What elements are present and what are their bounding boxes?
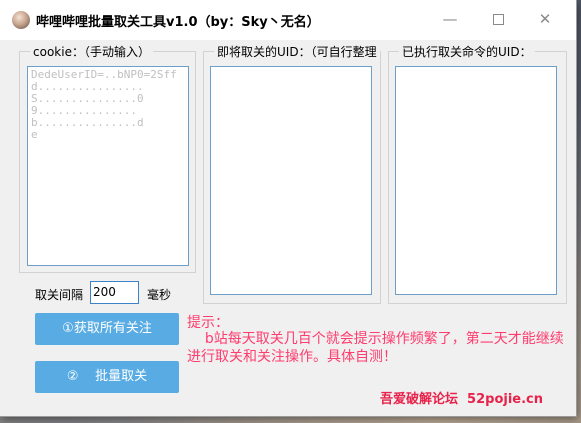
cookie-input[interactable]: DedeUserID=..bNP0=2Sff d................… — [27, 66, 189, 266]
pending-uid-list[interactable] — [210, 66, 372, 295]
tip-title: 提示： — [187, 315, 229, 331]
title-bar[interactable]: 哔哩哔哩批量取关工具v1.0（by：Sky丶无名） — ✕ — [0, 0, 576, 40]
executed-uid-group: 已执行取关命令的UID： — [388, 43, 567, 304]
tip-body: b站每天取关几百个就会提示操作频繁了，第二天才能继续进行取关和关注操作。具体自测… — [187, 331, 564, 365]
main-window: 哔哩哔哩批量取关工具v1.0（by：Sky丶无名） — ✕ cookie：（手动… — [0, 0, 576, 416]
executed-uid-list[interactable] — [395, 66, 557, 295]
interval-input[interactable]: 200 — [90, 281, 139, 304]
app-avatar-icon — [12, 11, 30, 29]
fetch-following-button[interactable]: ①获取所有关注 — [35, 313, 179, 345]
close-button[interactable]: ✕ — [531, 6, 559, 32]
interval-unit-label: 毫秒 — [147, 288, 172, 302]
maximize-icon — [492, 14, 504, 25]
pending-uid-group: 即将取关的UID：（可自行整理 — [203, 43, 381, 304]
batch-unfollow-button[interactable]: ② 批量取关 — [35, 361, 179, 393]
cookie-input-text: DedeUserID=..bNP0=2Sff d................… — [31, 68, 177, 141]
interval-label: 取关间隔 — [35, 288, 84, 302]
pending-uid-legend: 即将取关的UID：（可自行整理 — [214, 43, 380, 60]
executed-uid-legend: 已执行取关命令的UID： — [399, 43, 535, 60]
cookie-group-legend: cookie：（手动输入） — [30, 43, 153, 60]
maximize-button[interactable] — [484, 6, 512, 32]
minimize-button[interactable]: — — [436, 6, 464, 32]
window-title: 哔哩哔哩批量取关工具v1.0（by：Sky丶无名） — [36, 15, 320, 30]
cookie-group: cookie：（手动输入） DedeUserID=..bNP0=2Sff d..… — [19, 43, 196, 273]
forum-watermark: 吾爱破解论坛 52pojie.cn — [380, 392, 544, 407]
